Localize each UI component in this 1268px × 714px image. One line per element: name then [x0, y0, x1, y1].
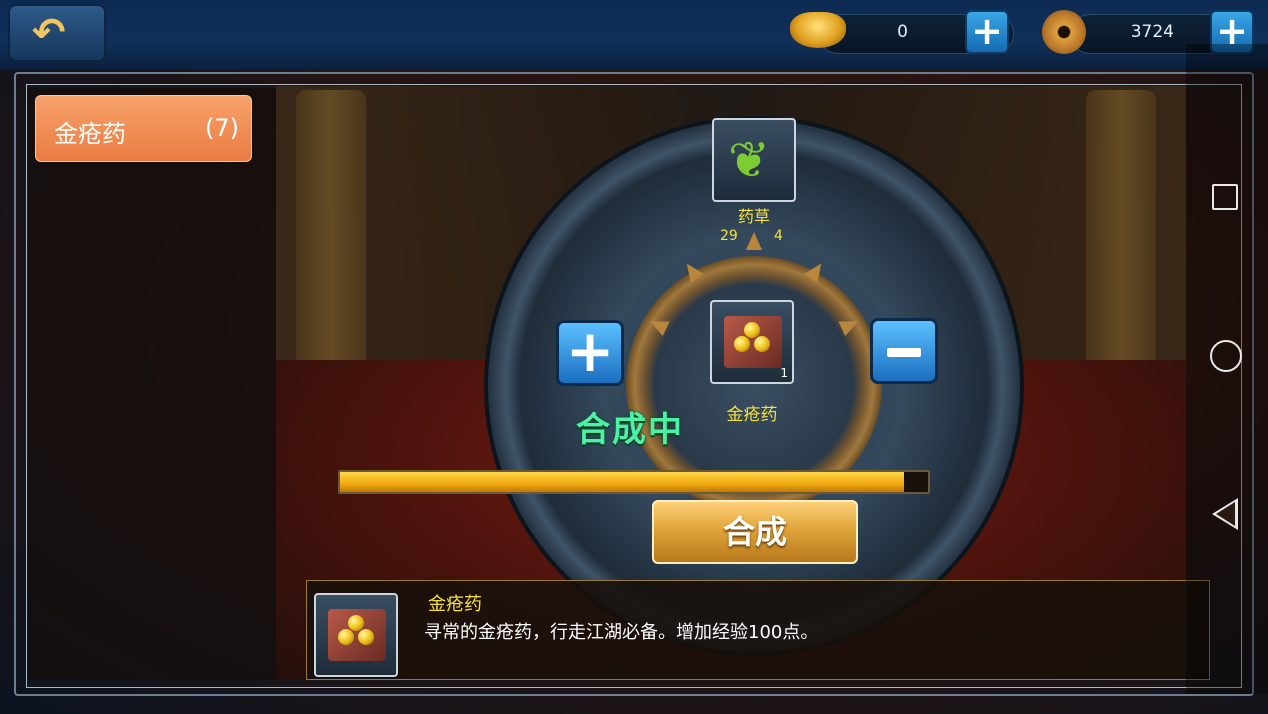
copper-coin-icon	[1042, 10, 1086, 54]
product-quantity: 1	[780, 366, 788, 380]
material-need: 4	[774, 228, 783, 244]
coin-value: 3724	[1130, 22, 1174, 42]
ring-spike	[746, 232, 762, 250]
material-name: 药草	[737, 207, 770, 226]
recents-icon[interactable]	[1212, 184, 1238, 210]
product-slot[interactable]: 1	[710, 300, 794, 384]
back-button[interactable]: ↶	[8, 4, 106, 62]
ingot-value: 0	[897, 22, 908, 42]
recipe-list-panel	[28, 88, 276, 680]
add-ingot-button[interactable]: +	[965, 10, 1009, 54]
golden-pill-icon	[724, 316, 782, 368]
herb-icon: ❦	[728, 131, 770, 189]
material-have: 29	[720, 228, 738, 244]
back-arrow-icon: ↶	[32, 10, 66, 56]
synthesis-progress-bar	[338, 470, 930, 494]
craft-button[interactable]: 合成	[652, 500, 858, 564]
decrease-button[interactable]	[870, 318, 938, 384]
info-item-slot	[314, 593, 398, 677]
home-icon[interactable]	[1210, 340, 1242, 372]
recipe-item-count: (7)	[205, 114, 239, 142]
progress-fill	[340, 472, 905, 492]
info-item-description: 寻常的金疮药，行走江湖必备。增加经验100点。	[424, 622, 819, 643]
back-triangle-icon[interactable]	[1212, 498, 1238, 530]
info-item-name: 金疮药	[428, 594, 482, 615]
golden-pill-icon	[328, 609, 386, 661]
synthesis-status: 合成中	[576, 410, 684, 450]
minus-icon	[887, 348, 921, 357]
product-name: 金疮药	[726, 405, 778, 425]
recipe-item-selected[interactable]: 金疮药 (7)	[35, 95, 252, 162]
increase-button[interactable]: +	[556, 320, 624, 386]
material-slot[interactable]: ❦	[712, 118, 796, 202]
gold-ingot-icon	[790, 12, 846, 48]
recipe-item-name: 金疮药	[54, 120, 126, 148]
